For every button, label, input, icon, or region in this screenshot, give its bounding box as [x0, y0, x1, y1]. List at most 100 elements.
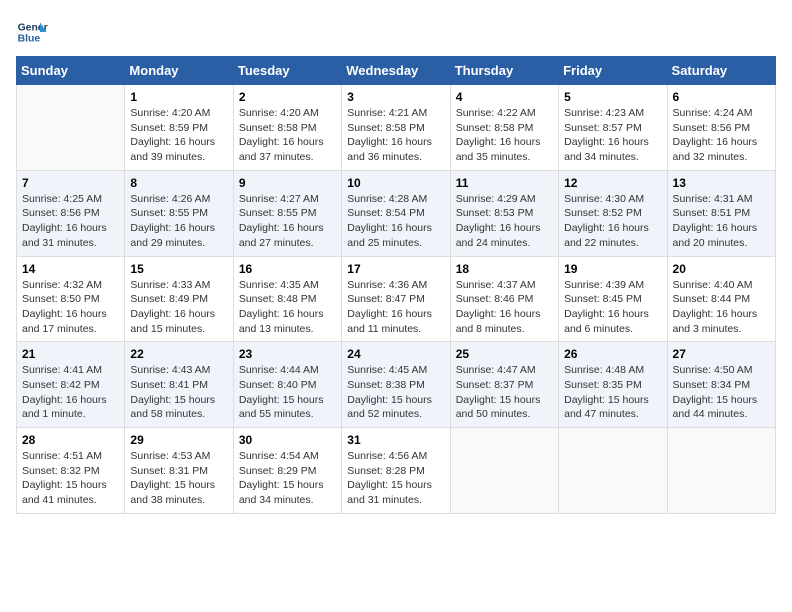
- calendar-cell: 20Sunrise: 4:40 AM Sunset: 8:44 PM Dayli…: [667, 256, 775, 342]
- calendar-table: SundayMondayTuesdayWednesdayThursdayFrid…: [16, 56, 776, 514]
- day-number: 4: [456, 90, 553, 104]
- calendar-cell: 1 Sunrise: 4:20 AM Sunset: 8:59 PM Daylig…: [125, 85, 233, 171]
- calendar-cell: 22 Sunrise: 4:43 AM Sunset: 8:41 PM Dayli…: [125, 342, 233, 428]
- day-number: 24: [347, 347, 444, 361]
- day-number: 2: [239, 90, 336, 104]
- day-number: 3: [347, 90, 444, 104]
- day-number: 7: [22, 176, 119, 190]
- calendar-cell: 13 Sunrise: 4:31 AM Sunset: 8:51 PM Dayli…: [667, 170, 775, 256]
- day-info: Sunrise: 4:26 AM Sunset: 8:55 PM Dayligh…: [130, 192, 227, 251]
- day-number: 5: [564, 90, 661, 104]
- day-info: Sunrise: 4:28 AM Sunset: 8:54 PM Dayligh…: [347, 192, 444, 251]
- day-info: Sunrise: 4:43 AM Sunset: 8:41 PM Dayligh…: [130, 363, 227, 422]
- day-number: 27: [673, 347, 770, 361]
- day-info: Sunrise: 4:36 AM Sunset: 8:47 PM Dayligh…: [347, 278, 444, 337]
- weekday-header-wednesday: Wednesday: [342, 57, 450, 85]
- day-info: Sunrise: 4:33 AM Sunset: 8:49 PM Dayligh…: [130, 278, 227, 337]
- svg-text:Blue: Blue: [18, 34, 41, 45]
- day-number: 22: [130, 347, 227, 361]
- day-number: 17: [347, 262, 444, 276]
- day-info: Sunrise: 4:22 AM Sunset: 8:58 PM Dayligh…: [456, 106, 553, 165]
- day-number: 23: [239, 347, 336, 361]
- calendar-cell: 11 Sunrise: 4:29 AM Sunset: 8:53 PM Dayli…: [450, 170, 558, 256]
- day-info: Sunrise: 4:31 AM Sunset: 8:51 PM Dayligh…: [673, 192, 770, 251]
- day-info: Sunrise: 4:23 AM Sunset: 8:57 PM Dayligh…: [564, 106, 661, 165]
- calendar-cell: 25 Sunrise: 4:47 AM Sunset: 8:37 PM Dayli…: [450, 342, 558, 428]
- day-number: 14: [22, 262, 119, 276]
- day-info: Sunrise: 4:44 AM Sunset: 8:40 PM Dayligh…: [239, 363, 336, 422]
- day-info: Sunrise: 4:20 AM Sunset: 8:59 PM Dayligh…: [130, 106, 227, 165]
- day-number: 13: [673, 176, 770, 190]
- day-info: Sunrise: 4:39 AM Sunset: 8:45 PM Dayligh…: [564, 278, 661, 337]
- day-number: 1: [130, 90, 227, 104]
- day-info: Sunrise: 4:24 AM Sunset: 8:56 PM Dayligh…: [673, 106, 770, 165]
- calendar-cell: 10Sunrise: 4:28 AM Sunset: 8:54 PM Dayli…: [342, 170, 450, 256]
- calendar-cell: 27 Sunrise: 4:50 AM Sunset: 8:34 PM Dayli…: [667, 342, 775, 428]
- calendar-cell: 4 Sunrise: 4:22 AM Sunset: 8:58 PM Daylig…: [450, 85, 558, 171]
- day-info: Sunrise: 4:41 AM Sunset: 8:42 PM Dayligh…: [22, 363, 119, 422]
- calendar-cell: 6 Sunrise: 4:24 AM Sunset: 8:56 PM Daylig…: [667, 85, 775, 171]
- calendar-cell: 23 Sunrise: 4:44 AM Sunset: 8:40 PM Dayli…: [233, 342, 341, 428]
- calendar-week-row: 28Sunrise: 4:51 AM Sunset: 8:32 PM Dayli…: [17, 428, 776, 514]
- day-number: 11: [456, 176, 553, 190]
- calendar-week-row: 7 Sunrise: 4:25 AM Sunset: 8:56 PM Daylig…: [17, 170, 776, 256]
- day-number: 29: [130, 433, 227, 447]
- calendar-cell: 5 Sunrise: 4:23 AM Sunset: 8:57 PM Daylig…: [559, 85, 667, 171]
- day-info: Sunrise: 4:54 AM Sunset: 8:29 PM Dayligh…: [239, 449, 336, 508]
- calendar-cell: 18 Sunrise: 4:37 AM Sunset: 8:46 PM Dayli…: [450, 256, 558, 342]
- day-info: Sunrise: 4:27 AM Sunset: 8:55 PM Dayligh…: [239, 192, 336, 251]
- day-number: 9: [239, 176, 336, 190]
- calendar-cell: 7 Sunrise: 4:25 AM Sunset: 8:56 PM Daylig…: [17, 170, 125, 256]
- calendar-cell: [559, 428, 667, 514]
- calendar-cell: 16Sunrise: 4:35 AM Sunset: 8:48 PM Dayli…: [233, 256, 341, 342]
- day-info: Sunrise: 4:29 AM Sunset: 8:53 PM Dayligh…: [456, 192, 553, 251]
- calendar-cell: 26 Sunrise: 4:48 AM Sunset: 8:35 PM Dayli…: [559, 342, 667, 428]
- day-info: Sunrise: 4:48 AM Sunset: 8:35 PM Dayligh…: [564, 363, 661, 422]
- calendar-cell: 28Sunrise: 4:51 AM Sunset: 8:32 PM Dayli…: [17, 428, 125, 514]
- weekday-header-monday: Monday: [125, 57, 233, 85]
- day-number: 26: [564, 347, 661, 361]
- calendar-cell: 30 Sunrise: 4:54 AM Sunset: 8:29 PM Dayli…: [233, 428, 341, 514]
- logo-icon: General Blue: [16, 16, 48, 48]
- calendar-cell: [17, 85, 125, 171]
- calendar-cell: 24 Sunrise: 4:45 AM Sunset: 8:38 PM Dayli…: [342, 342, 450, 428]
- day-number: 18: [456, 262, 553, 276]
- day-info: Sunrise: 4:25 AM Sunset: 8:56 PM Dayligh…: [22, 192, 119, 251]
- calendar-cell: 17 Sunrise: 4:36 AM Sunset: 8:47 PM Dayli…: [342, 256, 450, 342]
- calendar-cell: 19 Sunrise: 4:39 AM Sunset: 8:45 PM Dayli…: [559, 256, 667, 342]
- weekday-header-thursday: Thursday: [450, 57, 558, 85]
- day-info: Sunrise: 4:20 AM Sunset: 8:58 PM Dayligh…: [239, 106, 336, 165]
- weekday-header-friday: Friday: [559, 57, 667, 85]
- weekday-header-row: SundayMondayTuesdayWednesdayThursdayFrid…: [17, 57, 776, 85]
- day-info: Sunrise: 4:32 AM Sunset: 8:50 PM Dayligh…: [22, 278, 119, 337]
- calendar-week-row: 14 Sunrise: 4:32 AM Sunset: 8:50 PM Dayli…: [17, 256, 776, 342]
- day-info: Sunrise: 4:21 AM Sunset: 8:58 PM Dayligh…: [347, 106, 444, 165]
- day-info: Sunrise: 4:47 AM Sunset: 8:37 PM Dayligh…: [456, 363, 553, 422]
- calendar-cell: 8 Sunrise: 4:26 AM Sunset: 8:55 PM Daylig…: [125, 170, 233, 256]
- day-info: Sunrise: 4:50 AM Sunset: 8:34 PM Dayligh…: [673, 363, 770, 422]
- day-info: Sunrise: 4:40 AM Sunset: 8:44 PM Dayligh…: [673, 278, 770, 337]
- calendar-week-row: 1 Sunrise: 4:20 AM Sunset: 8:59 PM Daylig…: [17, 85, 776, 171]
- calendar-cell: 29 Sunrise: 4:53 AM Sunset: 8:31 PM Dayli…: [125, 428, 233, 514]
- day-info: Sunrise: 4:37 AM Sunset: 8:46 PM Dayligh…: [456, 278, 553, 337]
- day-number: 6: [673, 90, 770, 104]
- weekday-header-sunday: Sunday: [17, 57, 125, 85]
- calendar-cell: 21Sunrise: 4:41 AM Sunset: 8:42 PM Dayli…: [17, 342, 125, 428]
- day-number: 25: [456, 347, 553, 361]
- day-number: 31: [347, 433, 444, 447]
- calendar-cell: 31 Sunrise: 4:56 AM Sunset: 8:28 PM Dayli…: [342, 428, 450, 514]
- calendar-cell: 3 Sunrise: 4:21 AM Sunset: 8:58 PM Daylig…: [342, 85, 450, 171]
- calendar-cell: 9 Sunrise: 4:27 AM Sunset: 8:55 PM Daylig…: [233, 170, 341, 256]
- day-number: 8: [130, 176, 227, 190]
- day-number: 30: [239, 433, 336, 447]
- day-number: 19: [564, 262, 661, 276]
- day-info: Sunrise: 4:53 AM Sunset: 8:31 PM Dayligh…: [130, 449, 227, 508]
- weekday-header-tuesday: Tuesday: [233, 57, 341, 85]
- day-number: 16: [239, 262, 336, 276]
- calendar-cell: 2 Sunrise: 4:20 AM Sunset: 8:58 PM Daylig…: [233, 85, 341, 171]
- day-info: Sunrise: 4:51 AM Sunset: 8:32 PM Dayligh…: [22, 449, 119, 508]
- weekday-header-saturday: Saturday: [667, 57, 775, 85]
- day-info: Sunrise: 4:45 AM Sunset: 8:38 PM Dayligh…: [347, 363, 444, 422]
- calendar-cell: [450, 428, 558, 514]
- day-info: Sunrise: 4:56 AM Sunset: 8:28 PM Dayligh…: [347, 449, 444, 508]
